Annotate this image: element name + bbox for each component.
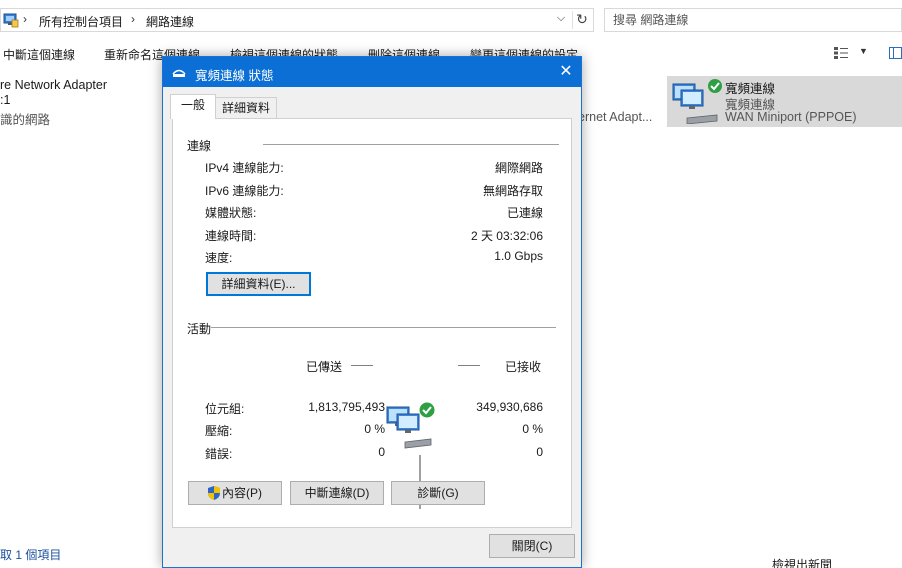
view-options-icon[interactable]	[834, 47, 848, 59]
connection-middle-device: ernet Adapt...	[578, 110, 653, 124]
breadcrumb-separator-icon[interactable]: ›	[131, 12, 135, 26]
network-activity-icon	[386, 402, 435, 449]
activity-section-title: 活動	[187, 322, 212, 336]
breadcrumb-separator-icon[interactable]: ›	[23, 12, 27, 26]
chevron-down-icon[interactable]: ⌵	[554, 12, 568, 28]
compression-received-value: 0 %	[522, 422, 543, 436]
connection-status-dialog: 寬頻連線 狀態 ✕ 一般 詳細資料 連線 IPv4 連線能力: 網際網路 IPv…	[162, 56, 582, 568]
address-box[interactable]: › 所有控制台項目 › 網路連線 ⌵ ↻	[0, 8, 594, 32]
received-dash	[458, 365, 480, 366]
close-icon[interactable]: ✕	[555, 61, 577, 83]
uac-shield-icon	[208, 486, 220, 500]
compression-label: 壓縮:	[205, 424, 233, 438]
compression-sent-value: 0 %	[364, 422, 385, 436]
breadcrumb-network-connections[interactable]: 網路連線	[146, 13, 194, 30]
bytes-sent-value: 1,813,795,493	[308, 400, 385, 414]
bytes-label: 位元組:	[205, 402, 245, 416]
connection-broadband-device: WAN Miniport (PPPOE)	[725, 110, 857, 124]
address-bar: › 所有控制台項目 › 網路連線 ⌵ ↻	[0, 0, 902, 40]
diagnose-button[interactable]: 診斷(G)	[391, 481, 485, 505]
media-state-label: 媒體狀態:	[205, 206, 257, 220]
errors-received-value: 0	[536, 445, 543, 459]
status-bar-selection-count: 取 1 個項目	[0, 548, 62, 562]
errors-label: 錯誤:	[205, 447, 233, 461]
connection-section-title: 連線	[187, 139, 212, 153]
activity-section-divider	[211, 327, 556, 328]
properties-button[interactable]: 內容(P)	[188, 481, 282, 505]
connection-ethernet-name[interactable]: re Network Adapter	[0, 78, 107, 92]
speed-label: 速度:	[205, 251, 233, 265]
broadband-connection-icon	[172, 69, 186, 77]
search-box[interactable]	[604, 8, 902, 32]
disconnect-button[interactable]: 中斷連線(D)	[290, 481, 384, 505]
speed-value: 1.0 Gbps	[494, 249, 543, 263]
connection-broadband-selected[interactable]: 寬頻連線 寬頻連線 WAN Miniport (PPPOE)	[667, 76, 902, 127]
taskbar-fragment: 檢視出新聞	[772, 558, 833, 568]
details-button[interactable]: 詳細資料(E)...	[206, 272, 311, 296]
tab-general[interactable]: 一般	[170, 94, 216, 119]
general-tab-panel: 連線 IPv4 連線能力: 網際網路 IPv6 連線能力: 無網路存取 媒體狀態…	[172, 118, 572, 528]
dialog-title: 寬頻連線 狀態	[195, 69, 274, 83]
media-state-value: 已連線	[506, 206, 543, 220]
connection-section-divider	[263, 144, 559, 145]
connection-ethernet-status: :1	[0, 93, 11, 107]
breadcrumb-control-panel[interactable]: 所有控制台項目	[39, 13, 123, 30]
sent-dash	[351, 365, 373, 366]
ipv6-label: IPv6 連線能力:	[205, 184, 284, 198]
view-dropdown-icon[interactable]: ▼	[859, 46, 868, 56]
close-button[interactable]: 關閉(C)	[489, 534, 575, 558]
search-input[interactable]	[613, 12, 883, 28]
preview-pane-icon[interactable]	[889, 47, 902, 59]
refresh-icon[interactable]: ↻	[572, 11, 591, 29]
received-label: 已接收	[505, 360, 542, 374]
dialog-title-bar[interactable]: 寬頻連線 狀態 ✕	[163, 57, 581, 87]
properties-button-label: 內容(P)	[222, 486, 262, 500]
network-connected-icon	[672, 79, 722, 124]
cmd-disconnect[interactable]: 中斷這個連線	[3, 46, 75, 63]
ipv4-label: IPv4 連線能力:	[205, 161, 284, 175]
control-panel-icon	[3, 13, 19, 28]
connection-ethernet-device: 識的網路	[0, 113, 51, 127]
sent-label: 已傳送	[306, 360, 343, 374]
bytes-received-value: 349,930,686	[476, 400, 543, 414]
ipv4-value: 網際網路	[494, 161, 543, 175]
ipv6-value: 無網路存取	[482, 184, 543, 198]
duration-value: 2 天 03:32:06	[470, 229, 543, 243]
tab-details[interactable]: 詳細資料	[215, 97, 277, 119]
errors-sent-value: 0	[378, 445, 385, 459]
duration-label: 連線時間:	[205, 229, 257, 243]
